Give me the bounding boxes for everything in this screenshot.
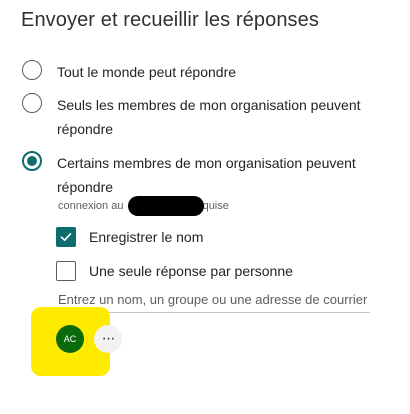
record-name-checkbox[interactable] xyxy=(56,227,76,247)
response-settings-panel: Envoyer et recueillir les réponses Tout … xyxy=(0,0,410,414)
one-response-row[interactable]: Une seule réponse par personne xyxy=(56,261,293,281)
option-org-members[interactable]: Seuls les membres de mon organisation pe… xyxy=(22,93,367,141)
section-title: Envoyer et recueillir les réponses xyxy=(21,9,319,31)
record-name-label[interactable]: Enregistrer le nom xyxy=(89,229,203,245)
redaction-mark xyxy=(128,196,204,216)
avatar[interactable]: AC xyxy=(56,325,84,353)
radio-selected-dot xyxy=(27,156,37,166)
radio-specific-members[interactable] xyxy=(22,151,42,171)
one-response-checkbox[interactable] xyxy=(56,261,76,281)
one-response-label[interactable]: Une seule réponse par personne xyxy=(89,263,293,279)
radio-everyone[interactable] xyxy=(22,60,42,80)
option-org-members-label[interactable]: Seuls les membres de mon organisation pe… xyxy=(57,93,367,141)
checkmark-icon xyxy=(60,233,72,241)
option-specific-members[interactable]: Certains membres de mon organisation peu… xyxy=(22,151,367,199)
option-specific-members-label[interactable]: Certains membres de mon organisation peu… xyxy=(57,151,367,199)
radio-org-members[interactable] xyxy=(22,93,42,113)
option-everyone[interactable]: Tout le monde peut répondre xyxy=(22,60,367,84)
signin-note-prefix: connexion au xyxy=(58,200,124,212)
option-everyone-label[interactable]: Tout le monde peut répondre xyxy=(57,60,367,84)
record-name-row[interactable]: Enregistrer le nom xyxy=(56,227,203,247)
more-options-button[interactable]: ··· xyxy=(94,325,122,353)
more-horizontal-icon: ··· xyxy=(101,330,116,347)
